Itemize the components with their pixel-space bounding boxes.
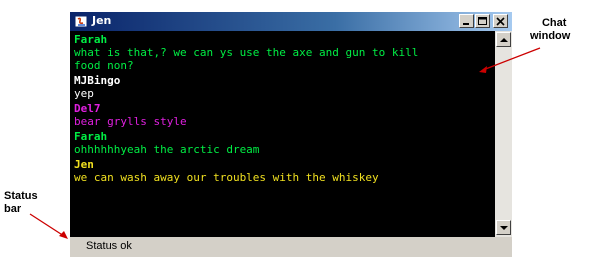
chat-window-arrowhead: [479, 66, 487, 73]
callout-arrows: [29, 47, 541, 239]
status-bar-arrow-line: [29, 213, 65, 237]
status-bar-arrowhead: [59, 231, 68, 239]
chat-window-arrow-line: [482, 47, 541, 71]
